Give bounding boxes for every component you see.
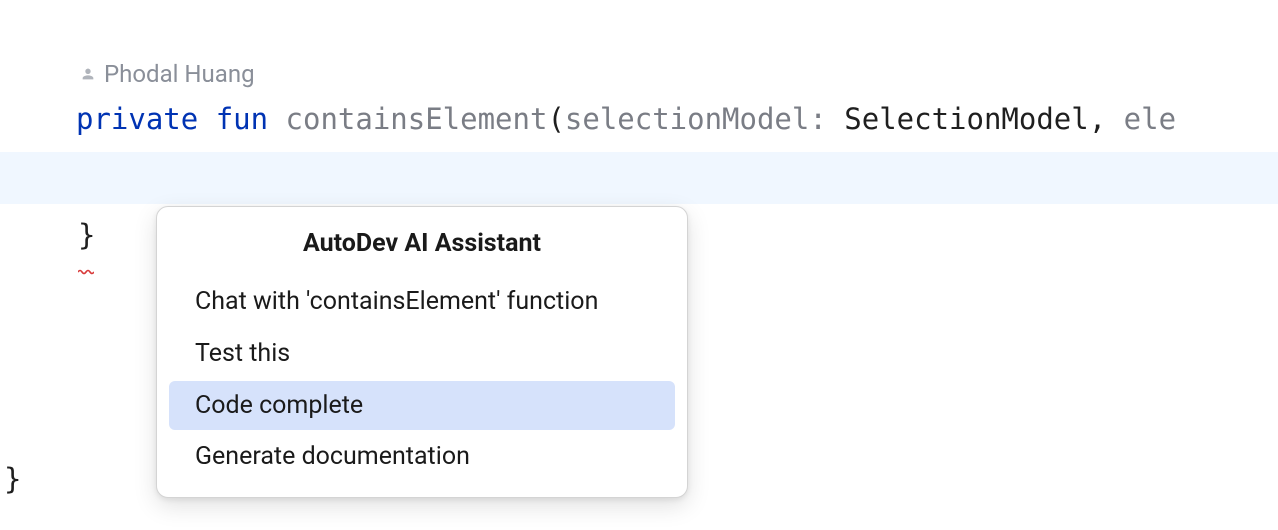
type-selectionmodel: SelectionModel <box>844 102 1088 136</box>
code-editor[interactable]: Phodal Huang private fun containsElement… <box>0 0 1278 530</box>
menu-item-chat[interactable]: Chat with 'containsElement' function <box>169 277 675 327</box>
menu-item-docs[interactable]: Generate documentation <box>169 432 675 482</box>
keyword-fun: fun <box>216 102 268 136</box>
error-squiggle-icon <box>78 248 94 254</box>
menu-item-code-complete[interactable]: Code complete <box>169 381 675 431</box>
person-icon <box>80 66 96 82</box>
popup-menu-list: Chat with 'containsElement' function Tes… <box>157 276 687 483</box>
author-name: Phodal Huang <box>104 60 255 88</box>
code-line-outer-brace[interactable]: } <box>4 462 21 496</box>
author-annotation: Phodal Huang <box>80 60 255 88</box>
param-partial: ele <box>1124 102 1176 136</box>
keyword-private: private <box>76 102 198 136</box>
popup-title: AutoDev AI Assistant <box>157 221 687 276</box>
code-line-signature[interactable]: private fun containsElement(selectionMod… <box>76 102 1176 136</box>
code-line-brace[interactable]: } <box>78 218 95 252</box>
menu-item-test[interactable]: Test this <box>169 329 675 379</box>
param-selectionmodel: selectionModel <box>565 102 809 136</box>
current-line-highlight <box>0 152 1278 204</box>
function-name: containsElement <box>286 102 548 136</box>
ai-assistant-popup: AutoDev AI Assistant Chat with 'contains… <box>156 206 688 498</box>
paren-open: ( <box>547 102 564 136</box>
